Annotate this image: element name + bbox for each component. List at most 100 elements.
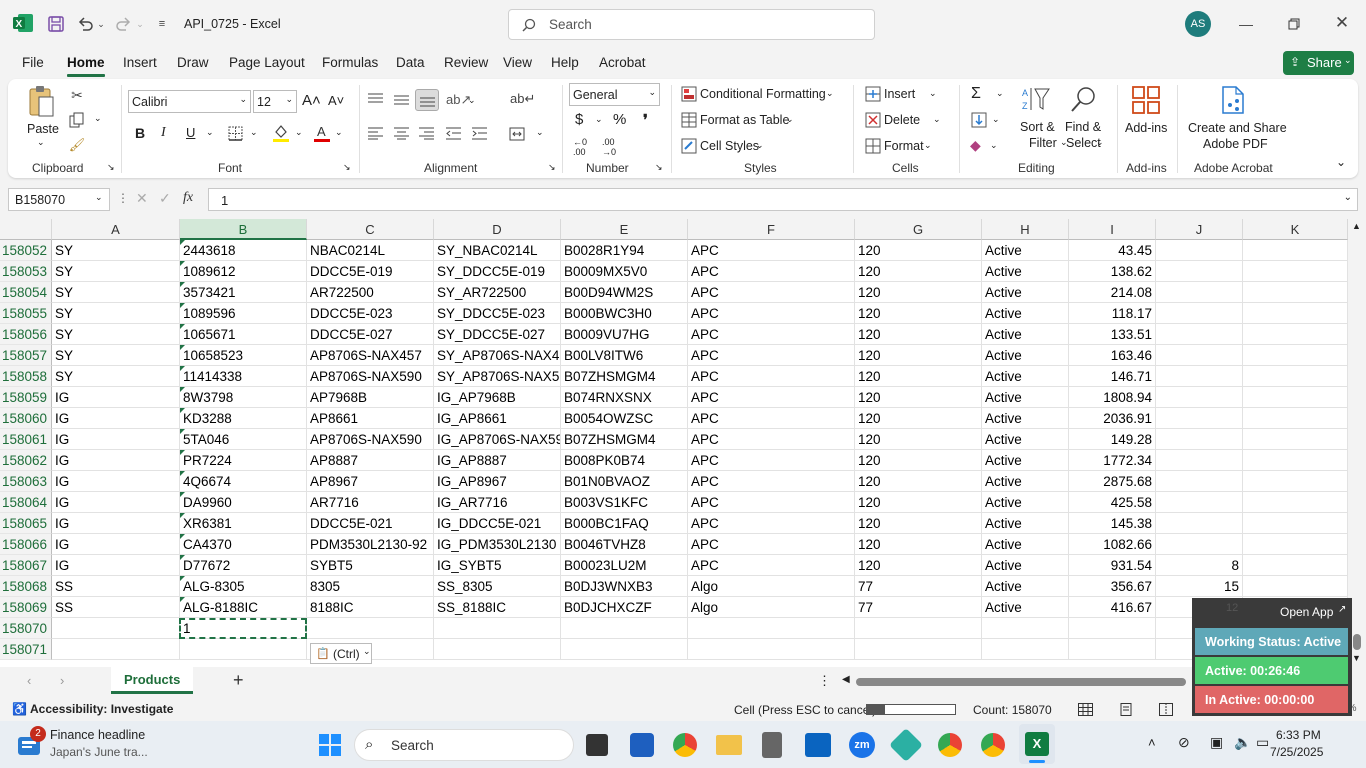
start-icon[interactable] bbox=[318, 733, 342, 757]
percent-icon[interactable]: % bbox=[613, 111, 626, 128]
cell-a[interactable] bbox=[52, 618, 180, 639]
select-all-corner[interactable] bbox=[0, 219, 52, 240]
find-select-icon[interactable] bbox=[1068, 85, 1098, 113]
find-select-dropdown-icon[interactable]: ⌄ bbox=[1096, 137, 1104, 148]
increase-indent-icon[interactable] bbox=[471, 125, 488, 142]
open-app-button[interactable]: Open App ↗ bbox=[1274, 600, 1350, 622]
cell-a[interactable]: IG bbox=[52, 513, 180, 534]
clear-dropdown-icon[interactable]: ⌄ bbox=[990, 140, 998, 151]
cell-a[interactable]: SY bbox=[52, 345, 180, 366]
cell-e[interactable]: B008PK0B74 bbox=[561, 450, 688, 471]
cell-k[interactable] bbox=[1243, 282, 1348, 303]
cell-f[interactable]: APC bbox=[688, 345, 855, 366]
menu-acrobat[interactable]: Acrobat bbox=[599, 55, 646, 70]
currency-dropdown-icon[interactable]: ⌄ bbox=[595, 114, 603, 125]
insert-cells-dropdown-icon[interactable]: ⌄ bbox=[929, 88, 937, 99]
cell-j[interactable] bbox=[1156, 345, 1243, 366]
cell-i[interactable]: 43.45 bbox=[1069, 240, 1156, 261]
row-header[interactable]: 158054 bbox=[0, 282, 52, 303]
scroll-up-icon[interactable]: ▲ bbox=[1352, 221, 1361, 231]
menu-data[interactable]: Data bbox=[396, 55, 425, 70]
share-button[interactable]: ⇪ Share ⌄ bbox=[1283, 51, 1354, 75]
find-select-label[interactable]: Find & bbox=[1065, 120, 1101, 134]
cell-h[interactable] bbox=[982, 618, 1069, 639]
restore-icon[interactable] bbox=[1284, 14, 1304, 34]
cell-i[interactable]: 2875.68 bbox=[1069, 471, 1156, 492]
paste-options-button[interactable]: 📋 (Ctrl) ⌄ bbox=[310, 643, 372, 664]
cell-j[interactable] bbox=[1156, 324, 1243, 345]
cell-e[interactable]: B01N0BVAOZ bbox=[561, 471, 688, 492]
cell-h[interactable]: Active bbox=[982, 282, 1069, 303]
cell-g[interactable]: 120 bbox=[855, 387, 982, 408]
currency-icon[interactable]: $ bbox=[575, 111, 583, 128]
cell-b[interactable]: PR7224 bbox=[180, 450, 307, 471]
battery-icon[interactable]: ▭ bbox=[1256, 734, 1269, 751]
row-header[interactable]: 158068 bbox=[0, 576, 52, 597]
cell-f[interactable]: APC bbox=[688, 492, 855, 513]
cell-b[interactable]: 2443618 bbox=[180, 240, 307, 261]
cell-h[interactable]: Active bbox=[982, 450, 1069, 471]
cell-i[interactable] bbox=[1069, 618, 1156, 639]
add-ins-label[interactable]: Add-ins bbox=[1125, 121, 1167, 135]
cell-a[interactable]: SY bbox=[52, 240, 180, 261]
normal-view-icon[interactable] bbox=[1076, 701, 1094, 717]
column-header-j[interactable]: J bbox=[1156, 219, 1243, 240]
conditional-formatting-icon[interactable] bbox=[680, 85, 697, 102]
cell-c[interactable]: DDCC5E-023 bbox=[307, 303, 434, 324]
cell-k[interactable] bbox=[1243, 324, 1348, 345]
cell-f[interactable]: APC bbox=[688, 450, 855, 471]
cell-d[interactable]: SS_8188IC bbox=[434, 597, 561, 618]
column-header-c[interactable]: C bbox=[307, 219, 434, 240]
cell-b[interactable]: DA9960 bbox=[180, 492, 307, 513]
show-hidden-icons[interactable]: ˄ bbox=[1148, 735, 1156, 750]
row-header[interactable]: 158069 bbox=[0, 597, 52, 618]
display-icon[interactable]: ▣ bbox=[1210, 734, 1223, 751]
cell-i[interactable]: 425.58 bbox=[1069, 492, 1156, 513]
cell-b[interactable]: 8W3798 bbox=[180, 387, 307, 408]
cell-k[interactable] bbox=[1243, 555, 1348, 576]
cell-g[interactable]: 120 bbox=[855, 282, 982, 303]
cell-a[interactable]: IG bbox=[52, 471, 180, 492]
align-bottom-icon[interactable] bbox=[415, 89, 439, 111]
column-header-e[interactable]: E bbox=[561, 219, 688, 240]
number-launcher-icon[interactable]: ↘ bbox=[655, 162, 663, 173]
fill-color-icon[interactable] bbox=[272, 123, 290, 143]
cell-b[interactable]: 4Q6674 bbox=[180, 471, 307, 492]
cell-d[interactable]: IG_AP8706S-NAX590 bbox=[434, 429, 561, 450]
cell-i[interactable]: 416.67 bbox=[1069, 597, 1156, 618]
alignment-launcher-icon[interactable]: ↘ bbox=[548, 162, 556, 173]
cell-h[interactable]: Active bbox=[982, 492, 1069, 513]
cell-e[interactable]: B0054OWZSC bbox=[561, 408, 688, 429]
sort-filter-label[interactable]: Sort & bbox=[1020, 120, 1055, 134]
cell-c[interactable]: PDM3530L2130-92 bbox=[307, 534, 434, 555]
cell-j[interactable] bbox=[1156, 240, 1243, 261]
row-header[interactable]: 158066 bbox=[0, 534, 52, 555]
column-header-h[interactable]: H bbox=[982, 219, 1069, 240]
cell-h[interactable]: Active bbox=[982, 576, 1069, 597]
cut-icon[interactable]: ✂ bbox=[68, 86, 86, 104]
cell-h[interactable]: Active bbox=[982, 303, 1069, 324]
minimize-icon[interactable]: — bbox=[1236, 14, 1256, 34]
cell-c[interactable]: AP8661 bbox=[307, 408, 434, 429]
cell-d[interactable]: IG_SYBT5 bbox=[434, 555, 561, 576]
cell-c[interactable]: DDCC5E-021 bbox=[307, 513, 434, 534]
confirm-entry-icon[interactable]: ✓ bbox=[159, 190, 171, 207]
font-color-icon[interactable]: A bbox=[313, 123, 331, 143]
more-options-icon[interactable]: ⋮ bbox=[117, 191, 129, 205]
sort-filter-icon[interactable]: AZ bbox=[1021, 85, 1051, 113]
cell-f[interactable]: APC bbox=[688, 408, 855, 429]
cell-d[interactable]: SY_AP8706S-NAX590 bbox=[434, 366, 561, 387]
customize-toolbar-icon[interactable]: ≡ bbox=[154, 15, 170, 33]
cell-e[interactable]: B003VS1KFC bbox=[561, 492, 688, 513]
cell-d[interactable]: SY_DDCC5E-019 bbox=[434, 261, 561, 282]
column-header-d[interactable]: D bbox=[434, 219, 561, 240]
autosum-dropdown-icon[interactable]: ⌄ bbox=[996, 88, 1004, 99]
menu-insert[interactable]: Insert bbox=[123, 55, 157, 70]
sort-filter-label-2[interactable]: Filter bbox=[1029, 136, 1057, 150]
cell-e[interactable] bbox=[561, 639, 688, 660]
cell-f[interactable]: APC bbox=[688, 387, 855, 408]
cell-k[interactable] bbox=[1243, 261, 1348, 282]
cell-d[interactable]: IG_AP8887 bbox=[434, 450, 561, 471]
number-format-select[interactable]: General ⌄ bbox=[569, 83, 660, 106]
cell-g[interactable]: 77 bbox=[855, 597, 982, 618]
